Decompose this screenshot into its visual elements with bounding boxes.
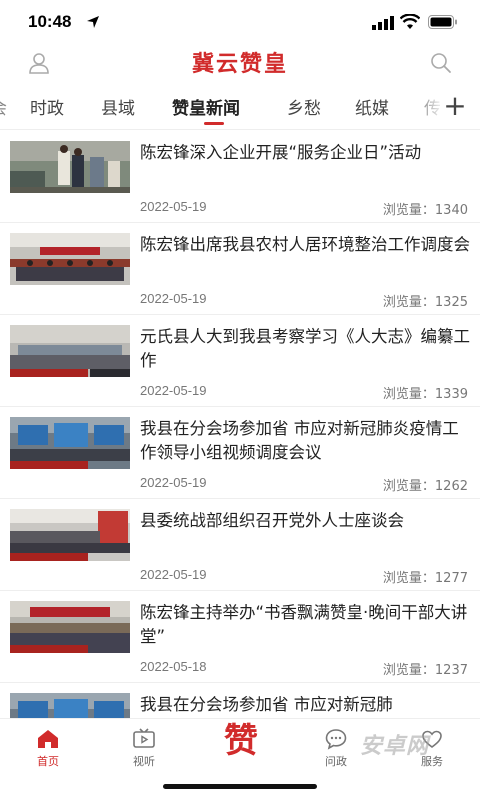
tab-partial-hidden[interactable]: 会 xyxy=(0,94,7,119)
article-item[interactable]: 陈宏锋深入企业开展“服务企业日”活动 2022-05-19 浏览量：1340 xyxy=(0,131,480,223)
article-views: 浏览量：1340 xyxy=(382,203,468,218)
article-title: 陈宏锋出席我县农村人居环境整治工作调度会 xyxy=(140,235,470,254)
article-views: 浏览量：1277 xyxy=(382,571,468,586)
article-title: 元氏县人大到我县考察学习《人大志》编纂工作 xyxy=(140,327,470,370)
article-views: 浏览量：1339 xyxy=(382,387,468,402)
app-header: 冀云赞皇 xyxy=(0,44,480,86)
tab-politics[interactable]: 时政 xyxy=(30,94,64,119)
article-title: 县委统战部组织召开党外人士座谈会 xyxy=(140,511,404,530)
nav-video[interactable]: 视听 xyxy=(114,727,174,769)
article-thumbnail xyxy=(10,141,130,193)
active-tab-indicator xyxy=(204,122,224,125)
location-arrow-icon xyxy=(87,16,99,28)
article-date: 2022-05-19 xyxy=(140,567,207,582)
article-thumbnail xyxy=(10,325,130,377)
article-date: 2022-05-19 xyxy=(140,291,207,306)
status-time: 10:48 xyxy=(28,12,72,31)
app-title: 冀云赞皇 xyxy=(191,52,288,77)
chat-bubble-icon xyxy=(325,729,347,750)
article-title: 我县在分会场参加省 市应对新冠肺 xyxy=(140,695,393,714)
article-date: 2022-05-19 xyxy=(140,475,207,490)
channel-tabs: 会 时政 县域 赞皇新闻 乡愁 纸媒 传 + xyxy=(0,86,480,130)
center-logo-button[interactable]: 赞 xyxy=(213,719,269,769)
nav-home-label: 首页 xyxy=(37,755,59,768)
article-thumbnail xyxy=(10,601,130,653)
article-views: 浏览量：1325 xyxy=(382,295,468,310)
tab-county[interactable]: 县域 xyxy=(101,94,135,119)
watermark-text: 安卓网 xyxy=(360,734,430,759)
article-thumbnail xyxy=(10,509,130,561)
article-item[interactable]: 我县在分会场参加省 市应对新冠肺炎疫情工作领导小组视频调度会议 2022-05-… xyxy=(0,407,480,499)
article-title: 陈宏锋主持举办“书香飘满赞皇·晚间干部大讲堂” xyxy=(140,603,468,646)
article-views: 浏览量：1237 xyxy=(382,663,468,678)
article-date: 2022-05-18 xyxy=(140,659,207,674)
article-views: 浏览量：1262 xyxy=(382,479,468,494)
tab-newspaper[interactable]: 纸媒 xyxy=(355,94,389,119)
tab-nostalgia[interactable]: 乡愁 xyxy=(287,94,321,119)
add-channel-button[interactable]: + xyxy=(440,90,470,122)
article-item[interactable]: 县委统战部组织召开党外人士座谈会 2022-05-19 浏览量：1277 xyxy=(0,499,480,591)
article-date: 2022-05-19 xyxy=(140,199,207,214)
cellular-signal-icon xyxy=(372,16,394,30)
nav-home[interactable]: 首页 xyxy=(18,727,78,769)
tab-zanhuang-news[interactable]: 赞皇新闻 xyxy=(172,94,240,119)
article-thumbnail xyxy=(10,417,130,469)
nav-ask-label: 问政 xyxy=(325,755,347,768)
article-item[interactable]: 陈宏锋主持举办“书香飘满赞皇·晚间干部大讲堂” 2022-05-18 浏览量：1… xyxy=(0,591,480,683)
battery-icon xyxy=(428,15,457,29)
status-bar: 10:48 xyxy=(0,0,480,44)
home-indicator[interactable] xyxy=(163,784,317,789)
search-icon[interactable] xyxy=(430,52,452,74)
nav-ask[interactable]: 问政 xyxy=(306,727,366,769)
home-icon xyxy=(38,730,58,748)
article-thumbnail xyxy=(10,233,130,285)
tv-play-icon xyxy=(133,728,155,748)
article-title: 我县在分会场参加省 市应对新冠肺炎疫情工作领导小组视频调度会议 xyxy=(140,419,459,462)
article-date: 2022-05-19 xyxy=(140,383,207,398)
article-item[interactable]: 元氏县人大到我县考察学习《人大志》编纂工作 2022-05-19 浏览量：133… xyxy=(0,315,480,407)
article-item[interactable]: 陈宏锋出席我县农村人居环境整治工作调度会 2022-05-19 浏览量：1325 xyxy=(0,223,480,315)
article-title: 陈宏锋深入企业开展“服务企业日”活动 xyxy=(140,143,422,162)
wifi-icon xyxy=(400,14,420,29)
nav-video-label: 视听 xyxy=(133,755,155,768)
